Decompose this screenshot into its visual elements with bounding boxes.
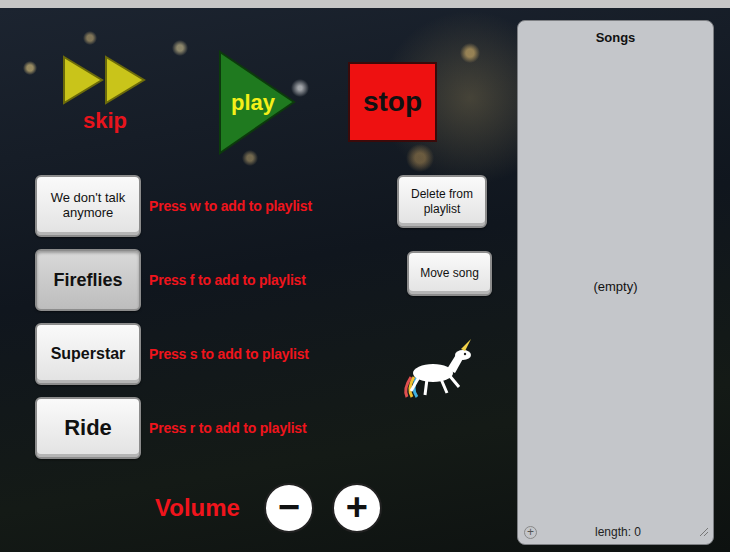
playlist-body: (empty) bbox=[521, 51, 710, 523]
song-title: We don't talk anymore bbox=[41, 191, 135, 221]
songs-list-monitor: Songs (empty) +length: 0 bbox=[517, 20, 714, 545]
volume-row: Volume−+ bbox=[155, 483, 515, 533]
unicorn-sprite bbox=[397, 323, 497, 459]
controls-row: skip play stop bbox=[0, 50, 515, 155]
stage: skip play stop We don't talk anymore Press w… bbox=[0, 8, 730, 552]
song-button[interactable]: Fireflies bbox=[35, 249, 141, 311]
stop-button[interactable]: stop bbox=[348, 62, 437, 142]
list-footer: +length: 0 bbox=[518, 522, 713, 544]
song-hint: Press w to add to playlist bbox=[149, 175, 393, 237]
song-title: Fireflies bbox=[53, 270, 122, 291]
unicorn-icon bbox=[397, 337, 477, 401]
play-button[interactable]: play bbox=[218, 50, 296, 155]
move-song-button[interactable]: Move song bbox=[407, 251, 492, 296]
song-title: Ride bbox=[64, 415, 112, 440]
delete-button[interactable]: Delete from playlist bbox=[397, 175, 487, 228]
add-item-button[interactable]: + bbox=[524, 526, 537, 539]
volume-down-button[interactable]: − bbox=[264, 483, 314, 533]
song-hint: Press s to add to playlist bbox=[149, 323, 393, 385]
song-hint: Press f to add to playlist bbox=[149, 249, 393, 311]
skip-label: skip bbox=[83, 109, 127, 133]
volume-up-button[interactable]: + bbox=[332, 483, 382, 533]
play-label: play bbox=[231, 86, 275, 119]
song-hint: Press r to add to playlist bbox=[149, 397, 393, 459]
list-title: Songs bbox=[518, 21, 713, 51]
song-grid: We don't talk anymore Press w to add to p… bbox=[35, 175, 515, 459]
title-strip bbox=[0, 0, 730, 8]
resize-icon[interactable] bbox=[699, 527, 709, 537]
stop-label: stop bbox=[363, 81, 422, 123]
volume-label: Volume bbox=[155, 490, 240, 526]
skip-button[interactable]: skip bbox=[62, 50, 148, 133]
song-button[interactable]: Superstar bbox=[35, 323, 141, 385]
list-length: length: 0 bbox=[537, 523, 699, 541]
skip-icon bbox=[62, 55, 148, 105]
song-button[interactable]: We don't talk anymore bbox=[35, 175, 141, 237]
song-button[interactable]: Ride bbox=[35, 397, 141, 459]
empty-label: (empty) bbox=[593, 277, 637, 297]
song-title: Superstar bbox=[51, 345, 126, 363]
